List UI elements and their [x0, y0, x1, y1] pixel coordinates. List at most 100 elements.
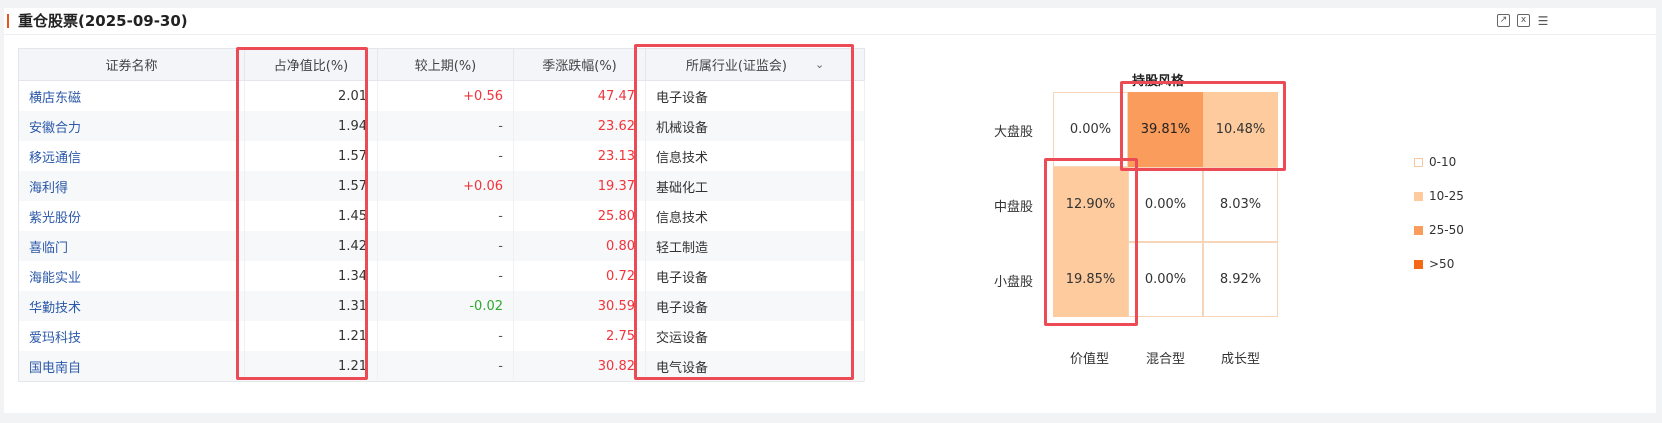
pct-nav-cell: 1.57 [244, 141, 378, 171]
style-cell-large-value: 0.00% [1053, 92, 1128, 167]
pct-nav-cell: 1.34 [244, 261, 378, 291]
season-change-cell: 47.47 [513, 80, 646, 111]
row-label-large-cap: 大盘股 [994, 125, 1034, 140]
industry-cell: 电子设备 [645, 261, 865, 291]
table-row: 喜临门 1.42 - 0.80 轻工制造 [18, 231, 865, 261]
industry-cell: 交运设备 [645, 321, 865, 351]
stock-name-link[interactable]: 国电南自 [18, 351, 245, 382]
chart-export-icon[interactable]: ↗ [1497, 14, 1510, 27]
season-change-cell: 0.72 [513, 261, 646, 291]
change-cell: - [377, 141, 514, 171]
style-box-title: 持股风格 [1132, 74, 1185, 89]
style-cell-small-growth: 8.92% [1203, 242, 1278, 317]
col-header-season-change: 季涨跌幅(%) [513, 48, 646, 81]
legend-item-0-10: 0-10 [1414, 155, 1456, 169]
pct-nav-cell: 1.42 [244, 231, 378, 261]
table-row: 国电南自 1.21 - 30.82 电气设备 [18, 351, 865, 382]
excel-export-icon[interactable]: x [1517, 14, 1530, 27]
stock-name-link[interactable]: 海能实业 [18, 261, 245, 291]
col-header-industry-label: 所属行业(证监会) [685, 59, 787, 74]
legend-swatch [1414, 191, 1423, 201]
stock-name-link[interactable]: 爱玛科技 [18, 321, 245, 351]
pct-nav-cell: 1.94 [244, 111, 378, 141]
table-row: 海利得 1.57 +0.06 19.37 基础化工 [18, 171, 865, 201]
legend-label: 10-25 [1429, 189, 1464, 203]
pct-nav-cell: 2.01 [244, 80, 378, 111]
industry-cell: 电子设备 [645, 291, 865, 321]
legend-item-10-25: 10-25 [1414, 189, 1464, 203]
change-cell: - [377, 201, 514, 231]
industry-cell: 电子设备 [645, 80, 865, 111]
change-cell: - [377, 231, 514, 261]
season-change-cell: 23.62 [513, 111, 646, 141]
stock-name-link[interactable]: 移远通信 [18, 141, 245, 171]
style-cell-mid-blend: 0.00% [1128, 167, 1203, 242]
season-change-cell: 30.59 [513, 291, 646, 321]
holdings-table: 证券名称 占净值比(%) 较上期(%) 季涨跌幅(%) 所属行业(证监会) ⌄ … [18, 48, 865, 382]
col-header-change: 较上期(%) [377, 48, 514, 81]
col-label-growth: 成长型 [1221, 352, 1261, 367]
menu-list-icon[interactable]: ☰ [1536, 14, 1550, 28]
col-header-pct-nav: 占净值比(%) [244, 48, 378, 81]
season-change-cell: 25.80 [513, 201, 646, 231]
change-cell: - [377, 261, 514, 291]
industry-cell: 机械设备 [645, 111, 865, 141]
table-header-row: 证券名称 占净值比(%) 较上期(%) 季涨跌幅(%) 所属行业(证监会) ⌄ [18, 48, 865, 81]
col-header-name: 证券名称 [18, 48, 245, 81]
change-cell: - [377, 111, 514, 141]
row-label-mid-cap: 中盘股 [994, 200, 1034, 215]
style-cell-large-blend: 39.81% [1128, 92, 1203, 167]
stock-name-link[interactable]: 华勤技术 [18, 291, 245, 321]
style-cell-small-value: 19.85% [1053, 242, 1128, 317]
change-cell: +0.06 [377, 171, 514, 201]
legend-swatch [1414, 225, 1423, 235]
industry-cell: 信息技术 [645, 201, 865, 231]
stock-name-link[interactable]: 安徽合力 [18, 111, 245, 141]
panel-title: 重仓股票(2025-09-30) [18, 12, 188, 30]
stock-name-link[interactable]: 海利得 [18, 171, 245, 201]
legend-label: 0-10 [1429, 155, 1457, 169]
title-accent-bar [7, 14, 9, 28]
legend-swatch [1414, 259, 1423, 269]
col-label-blend: 混合型 [1146, 352, 1186, 367]
change-cell: - [377, 351, 514, 382]
table-row: 海能实业 1.34 - 0.72 电子设备 [18, 261, 865, 291]
table-row: 横店东磁 2.01 +0.56 47.47 电子设备 [18, 80, 865, 111]
industry-cell: 信息技术 [645, 141, 865, 171]
legend-label: >50 [1429, 257, 1455, 271]
industry-cell: 基础化工 [645, 171, 865, 201]
pct-nav-cell: 1.45 [244, 201, 378, 231]
season-change-cell: 2.75 [513, 321, 646, 351]
table-row: 紫光股份 1.45 - 25.80 信息技术 [18, 201, 865, 231]
table-row: 移远通信 1.57 - 23.13 信息技术 [18, 141, 865, 171]
pct-nav-cell: 1.57 [244, 171, 378, 201]
industry-cell: 电气设备 [645, 351, 865, 382]
style-cell-mid-value: 12.90% [1053, 167, 1128, 242]
change-cell: +0.56 [377, 80, 514, 111]
legend-item-25-50: 25-50 [1414, 223, 1464, 237]
table-row: 华勤技术 1.31 -0.02 30.59 电子设备 [18, 291, 865, 321]
season-change-cell: 30.82 [513, 351, 646, 382]
industry-cell: 轻工制造 [645, 231, 865, 261]
change-cell: -0.02 [377, 291, 514, 321]
change-cell: - [377, 321, 514, 351]
pct-nav-cell: 1.31 [244, 291, 378, 321]
row-label-small-cap: 小盘股 [994, 275, 1034, 290]
stock-name-link[interactable]: 紫光股份 [18, 201, 245, 231]
stock-name-link[interactable]: 横店东磁 [18, 80, 245, 111]
panel-header: 重仓股票(2025-09-30) ↗ x ☰ [4, 8, 1656, 35]
pct-nav-cell: 1.21 [244, 321, 378, 351]
legend-item-over-50: >50 [1414, 257, 1454, 271]
chevron-down-icon[interactable]: ⌄ [815, 58, 824, 71]
season-change-cell: 19.37 [513, 171, 646, 201]
season-change-cell: 23.13 [513, 141, 646, 171]
style-cell-small-blend: 0.00% [1128, 242, 1203, 317]
stock-name-link[interactable]: 喜临门 [18, 231, 245, 261]
style-cell-mid-growth: 8.03% [1203, 167, 1278, 242]
table-row: 爱玛科技 1.21 - 2.75 交运设备 [18, 321, 865, 351]
col-label-value: 价值型 [1070, 352, 1110, 367]
season-change-cell: 0.80 [513, 231, 646, 261]
legend-swatch [1414, 157, 1423, 167]
legend-label: 25-50 [1429, 223, 1464, 237]
col-header-industry[interactable]: 所属行业(证监会) ⌄ [645, 48, 865, 81]
